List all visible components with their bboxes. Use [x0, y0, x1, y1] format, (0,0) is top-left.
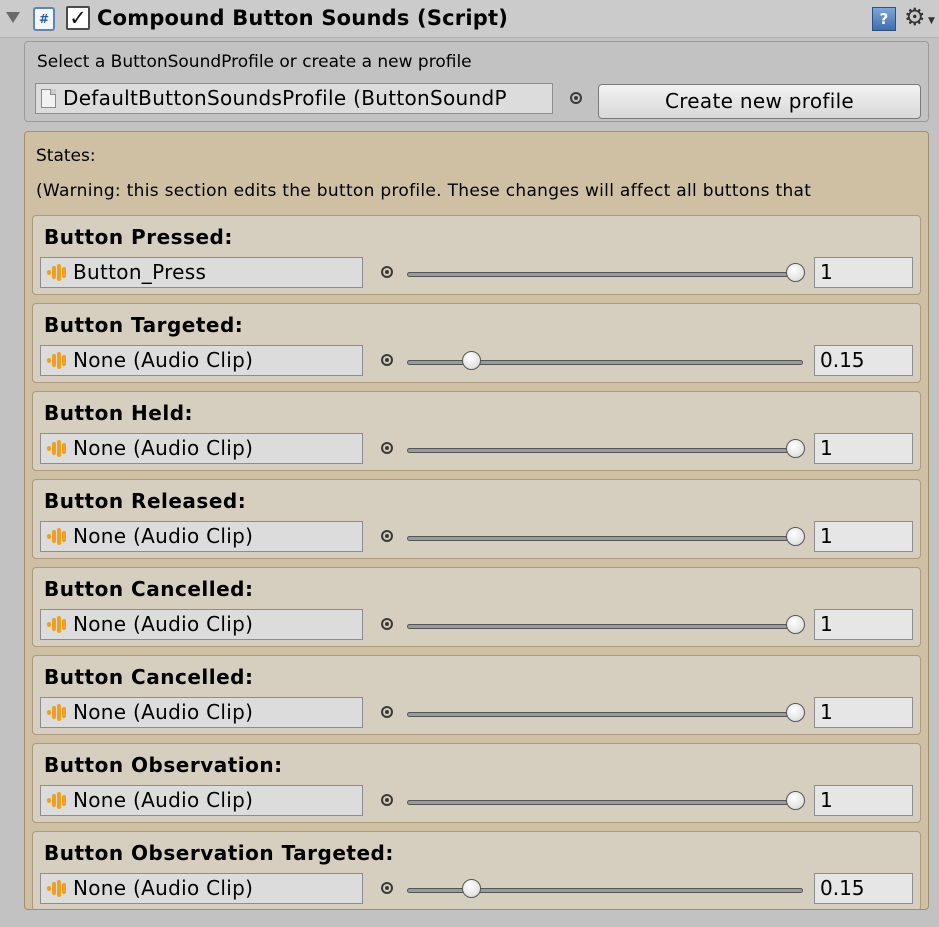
help-icon[interactable]: ? [872, 7, 896, 31]
volume-value-field[interactable]: 1 [814, 697, 913, 728]
states-section: States: (Warning: this section edits the… [24, 131, 929, 910]
audio-clip-value: None (Audio Clip) [73, 612, 254, 636]
audio-clip-picker-icon[interactable] [381, 618, 393, 630]
volume-slider-track[interactable] [407, 536, 803, 541]
audio-clip-icon [47, 880, 69, 897]
audio-clip-icon [47, 440, 69, 457]
component-enabled-checkbox[interactable]: ✓ [66, 6, 90, 30]
audio-clip-icon [47, 352, 69, 369]
volume-value-field[interactable]: 1 [814, 785, 913, 816]
volume-slider-thumb[interactable] [786, 791, 805, 810]
audio-clip-field[interactable]: None (Audio Clip) [40, 785, 363, 816]
volume-slider-track[interactable] [407, 272, 803, 277]
audio-clip-icon [47, 264, 69, 281]
audio-clip-field[interactable]: None (Audio Clip) [40, 873, 363, 904]
state-title: Button Released: [44, 489, 247, 513]
audio-clip-field[interactable]: None (Audio Clip) [40, 609, 363, 640]
audio-clip-picker-icon[interactable] [381, 794, 393, 806]
audio-clip-field[interactable]: None (Audio Clip) [40, 697, 363, 728]
volume-value-field[interactable]: 1 [814, 521, 913, 552]
volume-slider-thumb[interactable] [786, 615, 805, 634]
audio-clip-value: None (Audio Clip) [73, 436, 254, 460]
audio-clip-field[interactable]: None (Audio Clip) [40, 521, 363, 552]
states-label: States: [36, 146, 96, 166]
audio-clip-icon [47, 792, 69, 809]
volume-slider-track[interactable] [407, 712, 803, 717]
audio-clip-field[interactable]: None (Audio Clip) [40, 433, 363, 464]
audio-clip-picker-icon[interactable] [381, 266, 393, 278]
state-title: Button Targeted: [44, 313, 244, 337]
volume-value-field[interactable]: 0.15 [814, 345, 913, 376]
warning-text: (Warning: this section edits the button … [36, 181, 812, 201]
audio-clip-icon [47, 616, 69, 633]
audio-clip-field[interactable]: Button_Press [40, 257, 363, 288]
gear-icon[interactable]: ⚙ [904, 3, 926, 31]
volume-slider-track[interactable] [407, 448, 803, 453]
profile-prompt-label: Select a ButtonSoundProfile or create a … [37, 52, 472, 72]
profile-field-value: DefaultButtonSoundsProfile (ButtonSoundP [63, 86, 507, 110]
state-row: Button Held: None (Audio Clip) 1 [32, 391, 921, 471]
state-title: Button Held: [44, 401, 194, 425]
volume-slider-track[interactable] [407, 800, 803, 805]
volume-value-field[interactable]: 0.15 [814, 873, 913, 904]
create-new-profile-button[interactable]: Create new profile [598, 84, 921, 119]
volume-slider-thumb[interactable] [462, 879, 482, 898]
scriptable-object-icon [41, 89, 56, 108]
profile-object-field[interactable]: DefaultButtonSoundsProfile (ButtonSoundP [35, 83, 553, 114]
volume-slider-thumb[interactable] [786, 527, 805, 546]
audio-clip-icon [47, 704, 69, 721]
audio-clip-value: None (Audio Clip) [73, 524, 254, 548]
state-row: Button Observation Targeted: None (Audio … [32, 831, 921, 909]
profile-picker-icon[interactable] [570, 92, 582, 104]
audio-clip-picker-icon[interactable] [381, 530, 393, 542]
audio-clip-value: Button_Press [73, 260, 207, 284]
state-title: Button Pressed: [44, 225, 233, 249]
audio-clip-picker-icon[interactable] [381, 354, 393, 366]
foldout-arrow-icon[interactable] [6, 12, 20, 23]
volume-slider-thumb[interactable] [786, 439, 805, 458]
state-row: Button Observation: None (Audio Clip) 1 [32, 743, 921, 823]
volume-slider-thumb[interactable] [462, 351, 482, 370]
audio-clip-value: None (Audio Clip) [73, 788, 254, 812]
component-title[interactable]: Compound Button Sounds (Script) [97, 6, 508, 30]
component-header: # ✓ Compound Button Sounds (Script) ? ⚙ … [0, 0, 939, 38]
state-row: Button Cancelled: None (Audio Clip) 1 [32, 655, 921, 735]
audio-clip-value: None (Audio Clip) [73, 876, 254, 900]
volume-value-field[interactable]: 1 [814, 609, 913, 640]
state-title: Button Cancelled: [44, 665, 254, 689]
state-row: Button Targeted: None (Audio Clip) 0.15 [32, 303, 921, 383]
state-title: Button Cancelled: [44, 577, 254, 601]
audio-clip-value: None (Audio Clip) [73, 700, 254, 724]
volume-value-field[interactable]: 1 [814, 433, 913, 464]
audio-clip-picker-icon[interactable] [381, 882, 393, 894]
profile-section: Select a ButtonSoundProfile or create a … [24, 41, 929, 122]
volume-value-field[interactable]: 1 [814, 257, 913, 288]
audio-clip-value: None (Audio Clip) [73, 348, 254, 372]
gear-dropdown-caret-icon[interactable]: ▼ [928, 16, 935, 26]
audio-clip-icon [47, 528, 69, 545]
volume-slider-track[interactable] [407, 624, 803, 629]
audio-clip-picker-icon[interactable] [381, 706, 393, 718]
csharp-script-icon: # [33, 7, 55, 31]
audio-clip-field[interactable]: None (Audio Clip) [40, 345, 363, 376]
state-row: Button Cancelled: None (Audio Clip) 1 [32, 567, 921, 647]
volume-slider-thumb[interactable] [786, 703, 805, 722]
audio-clip-picker-icon[interactable] [381, 442, 393, 454]
volume-slider-thumb[interactable] [786, 263, 805, 282]
state-title: Button Observation: [44, 753, 283, 777]
state-title: Button Observation Targeted: [44, 841, 394, 865]
state-row: Button Pressed: Button_Press 1 [32, 215, 921, 295]
state-row: Button Released: None (Audio Clip) 1 [32, 479, 921, 559]
